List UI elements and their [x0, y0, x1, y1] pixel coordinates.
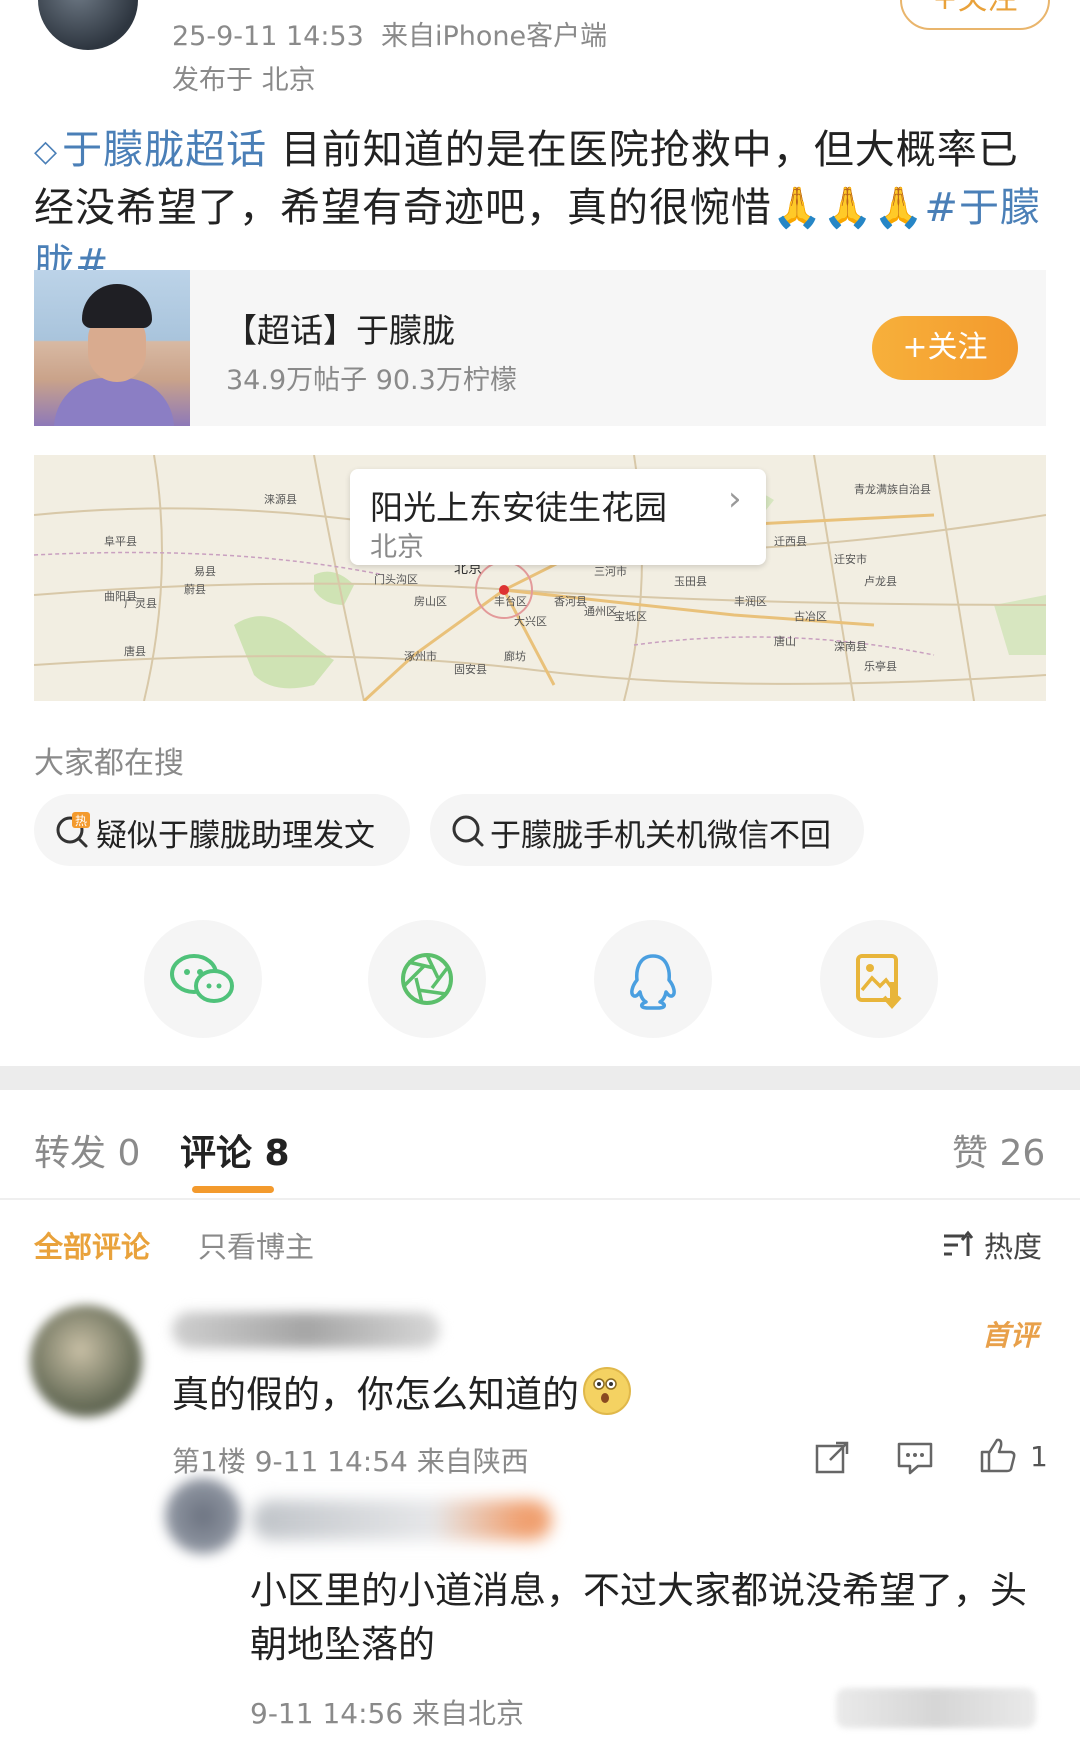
map-city-name: 北京	[370, 532, 424, 563]
comment-body: 真的假的，你怎么知道的	[172, 1373, 579, 1416]
comment-text: 真的假的，你怎么知道的	[172, 1364, 631, 1418]
map-label: 门头沟区	[374, 572, 418, 586]
comment-meta: 第1楼 9-11 14:54 来自陕西	[172, 1445, 529, 1478]
post-timestamp: 25-9-11 14:53	[172, 21, 364, 52]
reply-comment-icon[interactable]	[896, 1440, 934, 1476]
map-label: 涿州市	[404, 649, 437, 663]
reply-text: 小区里的小道消息，不过大家都说没希望了，头朝地坠落的	[250, 1569, 1027, 1666]
post-source: iPhone客户端	[434, 21, 608, 52]
super-topic-link[interactable]: 于朦胧超话	[62, 127, 267, 173]
like-count: 1	[1030, 1440, 1048, 1473]
map-label: 乐亭县	[864, 659, 897, 673]
share-moments-button[interactable]	[368, 920, 486, 1038]
commenter-name-blurred[interactable]	[172, 1312, 440, 1348]
moments-icon	[401, 953, 453, 1005]
map-label: 香河县	[554, 595, 587, 608]
author-avatar[interactable]	[38, 0, 138, 50]
map-label: 迁安市	[834, 552, 867, 566]
active-tab-indicator	[192, 1186, 274, 1193]
map-label: 宝坻区	[614, 609, 647, 623]
map-label: 广灵县	[124, 597, 157, 610]
super-topic-thumbnail	[34, 270, 190, 426]
watermark-blurred	[836, 1688, 1036, 1728]
map-label: 迁西县	[774, 535, 807, 548]
trending-search-chip[interactable]: 热 疑似于朦胧助理发文	[34, 794, 410, 866]
super-topic-card[interactable]: 【超话】于朦胧 34.9万帖子 90.3万柠檬 +关注	[34, 270, 1046, 426]
map-label: 廊坊	[504, 649, 526, 663]
map-label: 青龙满族自治县	[854, 482, 931, 496]
map-label: 固安县	[454, 662, 487, 676]
share-qq-button[interactable]	[594, 920, 712, 1038]
save-image-button[interactable]	[820, 920, 938, 1038]
reply-meta: 9-11 14:56 来自北京	[250, 1697, 525, 1730]
location-map[interactable]: 门头沟区北京丰台区大兴区通州区廊坊三河市固安县涿州市玉田县丰润区唐山迁西县遵化市…	[34, 455, 1046, 701]
map-label: 通州区	[584, 605, 617, 618]
post-text: ◇ 于朦胧超话 目前知道的是在医院抢救中，但大概率已经没希望了，希望有奇迹吧，真的…	[34, 122, 1044, 292]
post-source-prefix: 来自	[380, 21, 435, 52]
trending-search-title: 大家都在搜	[34, 746, 184, 781]
super-topic-name: 【超话】于朦胧	[224, 311, 455, 350]
map-location-popup[interactable]: 阳光上东安徒生花园 › 北京	[350, 469, 766, 565]
share-comment-icon[interactable]	[814, 1440, 850, 1476]
map-label: 唐县	[124, 644, 146, 658]
tab-comment[interactable]: 评论 8	[180, 1124, 290, 1176]
map-label: 房山区	[414, 595, 447, 608]
tab-like[interactable]: 赞 26	[952, 1124, 1045, 1176]
section-divider	[0, 1066, 1080, 1090]
map-label: 玉田县	[674, 575, 707, 588]
post-location: 发布于 北京	[172, 65, 316, 96]
share-wechat-button[interactable]	[144, 920, 262, 1038]
search-icon	[452, 815, 484, 847]
trending-search-text: 疑似于朦胧助理发文	[96, 818, 375, 854]
map-label: 涞源县	[264, 492, 297, 506]
map-place-name: 阳光上东安徒生花园	[370, 488, 667, 527]
map-label: 阜平县	[104, 535, 137, 548]
map-label: 唐山	[774, 634, 796, 648]
follow-button-top[interactable]: +关注	[900, 0, 1050, 30]
tabs-separator	[0, 1198, 1080, 1200]
save-image-icon	[856, 954, 902, 1010]
hot-search-icon: 热	[56, 812, 90, 848]
map-label: 滦南县	[834, 639, 867, 653]
svg-text:热: 热	[75, 814, 87, 828]
post-meta: 25-9-11 14:53 来自iPhone客户端	[172, 14, 607, 53]
map-label: 丰润区	[734, 594, 767, 608]
filter-owner-only[interactable]: 只看博主	[198, 1224, 314, 1266]
reply-avatar[interactable]	[165, 1478, 241, 1554]
chevron-right-icon: ›	[728, 479, 742, 519]
surprised-emoji-icon	[583, 1367, 631, 1415]
map-label: 易县	[194, 565, 216, 578]
pray-emoji: 🙏🙏🙏	[772, 185, 925, 231]
trending-search-text: 于朦胧手机关机微信不回	[490, 818, 831, 854]
wechat-icon	[170, 954, 234, 1003]
map-label: 三河市	[594, 564, 627, 578]
super-topic-stats: 34.9万帖子 90.3万柠檬	[226, 365, 517, 396]
map-label: 古冶区	[794, 609, 827, 623]
commenter-avatar[interactable]	[30, 1305, 142, 1417]
map-label: 大兴区	[514, 614, 547, 628]
super-topic-icon: ◇	[34, 134, 59, 169]
filter-all-comments[interactable]: 全部评论	[34, 1224, 150, 1266]
sort-icon[interactable]	[940, 1228, 974, 1262]
map-label: 丰台区	[494, 594, 527, 608]
trending-search-chip[interactable]: 于朦胧手机关机微信不回	[430, 794, 864, 866]
sort-label[interactable]: 热度	[984, 1224, 1042, 1266]
map-label: 卢龙县	[864, 575, 897, 588]
like-icon[interactable]	[978, 1436, 1018, 1474]
super-topic-follow-button[interactable]: +关注	[872, 316, 1018, 380]
reply-name-blurred[interactable]	[252, 1500, 552, 1540]
first-comment-badge: 首评	[982, 1319, 1039, 1352]
tab-repost[interactable]: 转发 0	[34, 1124, 140, 1176]
map-label: 蔚县	[184, 583, 206, 596]
qq-icon	[630, 954, 676, 1010]
